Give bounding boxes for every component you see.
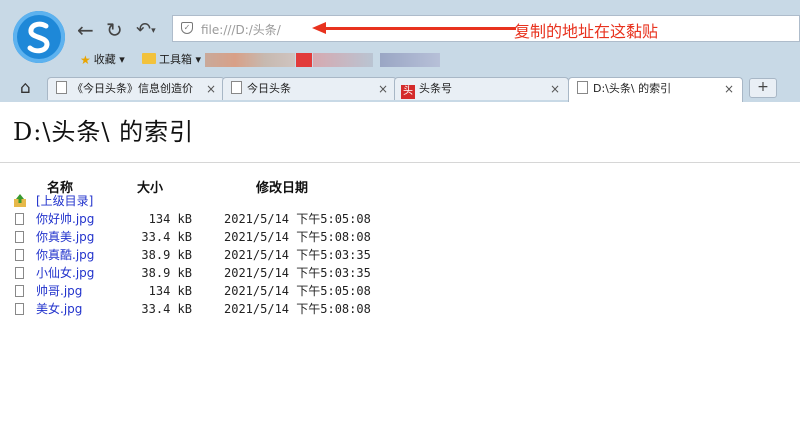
file-date: 2021/5/14 下午5:08:08 bbox=[224, 230, 371, 244]
bookmark-favorites[interactable]: ★ 收藏 ▾ bbox=[80, 51, 125, 69]
tab-4-active[interactable]: D:\头条\ 的索引 × bbox=[568, 77, 743, 102]
file-icon bbox=[15, 267, 24, 279]
annotation-text: 复制的地址在这黏贴 bbox=[514, 22, 659, 41]
bookmark-toolbox[interactable]: 工具箱 ▾ bbox=[142, 51, 201, 69]
browser-logo-icon[interactable] bbox=[13, 11, 65, 63]
file-icon bbox=[15, 231, 24, 243]
blurred-bookmark[interactable] bbox=[380, 53, 440, 67]
home-icon[interactable]: ⌂ bbox=[20, 78, 31, 98]
file-icon bbox=[15, 213, 24, 225]
file-link[interactable]: 你真酷.jpg bbox=[36, 246, 94, 264]
security-shield-icon: ✓ bbox=[181, 22, 193, 34]
file-size: 38.9 kB bbox=[141, 248, 192, 262]
file-size: 33.4 kB bbox=[141, 302, 192, 316]
tab-1[interactable]: 《今日头条》信息创造价 × bbox=[47, 77, 225, 100]
file-icon bbox=[15, 285, 24, 297]
tab-strip: ⌂ 《今日头条》信息创造价 × 今日头条 × 头头条号 × D:\头条\ 的索引… bbox=[0, 74, 800, 102]
tab-3-label: 头条号 bbox=[419, 82, 452, 95]
back-arrow-icon[interactable]: ← bbox=[77, 18, 94, 42]
page-icon bbox=[56, 81, 67, 94]
up-folder-icon bbox=[14, 194, 26, 207]
file-link[interactable]: 你真美.jpg bbox=[36, 228, 94, 246]
file-link[interactable]: 你好帅.jpg bbox=[36, 210, 94, 228]
file-size: 134 kB bbox=[148, 284, 192, 298]
column-header-modified[interactable]: 修改日期 bbox=[256, 177, 308, 196]
parent-directory-link[interactable]: [上级目录] bbox=[36, 192, 93, 210]
tab-close-icon[interactable]: × bbox=[724, 78, 734, 100]
file-size: 38.9 kB bbox=[141, 266, 192, 280]
file-date: 2021/5/14 下午5:05:08 bbox=[224, 212, 371, 226]
file-date: 2021/5/14 下午5:03:35 bbox=[224, 248, 371, 262]
annotation-arrow-line bbox=[320, 27, 516, 30]
divider bbox=[0, 162, 800, 163]
address-text[interactable]: file:///D:/头条/ bbox=[201, 21, 281, 38]
file-date: 2021/5/14 下午5:08:08 bbox=[224, 302, 371, 316]
bookmark-favorites-label: 收藏 ▾ bbox=[93, 53, 125, 66]
toutiao-icon: 头 bbox=[401, 85, 415, 99]
folder-icon bbox=[142, 53, 156, 64]
tab-close-icon[interactable]: × bbox=[206, 78, 216, 100]
file-icon bbox=[15, 249, 24, 261]
file-date: 2021/5/14 下午5:03:35 bbox=[224, 266, 371, 280]
file-size: 134 kB bbox=[148, 212, 192, 226]
column-header-size[interactable]: 大小 bbox=[137, 177, 163, 196]
file-size: 33.4 kB bbox=[141, 230, 192, 244]
page-title: D:\头条\ 的索引 bbox=[13, 118, 195, 146]
blurred-bookmark[interactable] bbox=[205, 53, 295, 67]
file-link[interactable]: 帅哥.jpg bbox=[36, 282, 82, 300]
tab-2[interactable]: 今日头条 × bbox=[222, 77, 397, 100]
file-link[interactable]: 美女.jpg bbox=[36, 300, 82, 318]
page-icon bbox=[577, 81, 588, 94]
browser-chrome: ← ↻ ↶▾ ✓ file:///D:/头条/ 复制的地址在这黏贴 ★ 收藏 ▾ … bbox=[0, 0, 800, 102]
blurred-bookmark[interactable] bbox=[296, 53, 312, 67]
undo-close-icon[interactable]: ↶▾ bbox=[136, 18, 156, 43]
file-icon bbox=[15, 303, 24, 315]
bookmark-toolbox-label: 工具箱 ▾ bbox=[159, 53, 202, 66]
refresh-icon[interactable]: ↻ bbox=[106, 18, 123, 42]
tab-close-icon[interactable]: × bbox=[378, 78, 388, 100]
file-link[interactable]: 小仙女.jpg bbox=[36, 264, 94, 282]
new-tab-button[interactable]: + bbox=[749, 78, 777, 98]
page-icon bbox=[231, 81, 242, 94]
tab-4-label: D:\头条\ 的索引 bbox=[593, 82, 672, 95]
file-date: 2021/5/14 下午5:05:08 bbox=[224, 284, 371, 298]
star-icon: ★ bbox=[80, 53, 91, 67]
tab-close-icon[interactable]: × bbox=[550, 78, 560, 100]
blurred-bookmark[interactable] bbox=[313, 53, 373, 67]
tab-1-label: 《今日头条》信息创造价 bbox=[72, 82, 193, 95]
tab-3[interactable]: 头头条号 × bbox=[394, 77, 569, 100]
tab-2-label: 今日头条 bbox=[247, 82, 291, 95]
